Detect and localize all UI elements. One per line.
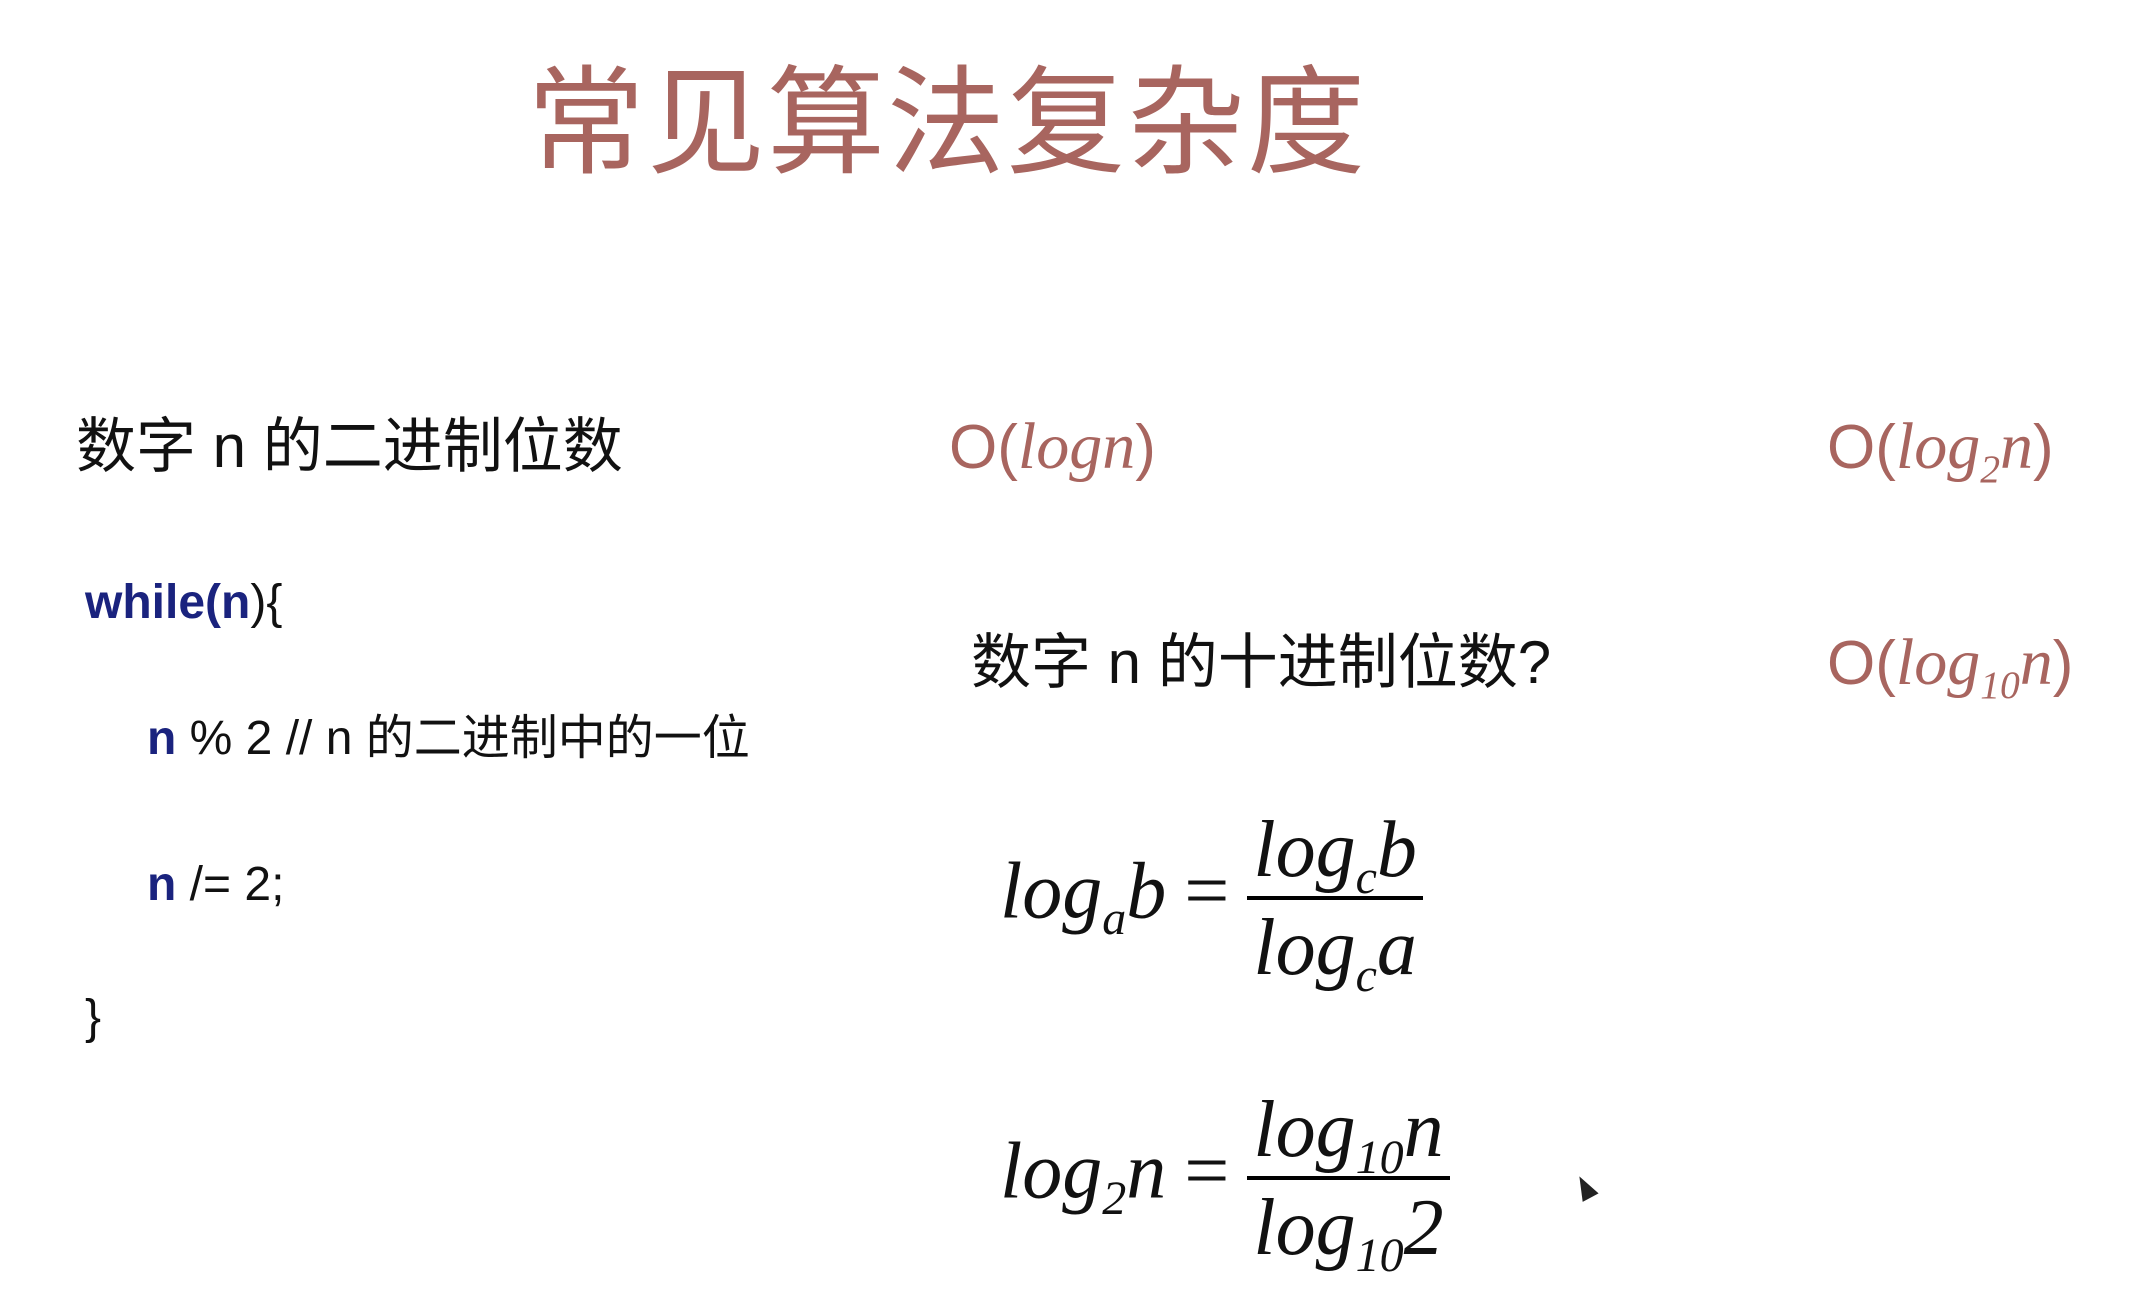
numerator: log10n — [1247, 1090, 1449, 1181]
base: 10 — [1355, 1228, 1404, 1282]
o-prefix: O( — [1827, 413, 1896, 482]
binary-digits-label: 数字 n 的二进制位数 — [76, 413, 623, 480]
arg: n — [2019, 626, 2053, 699]
base: a — [1102, 892, 1127, 946]
denominator: logca — [1247, 900, 1423, 999]
arg: b — [1126, 847, 1167, 936]
change-of-base-formula: logab = logcb logca — [1000, 810, 1423, 999]
o-suffix: ) — [2052, 629, 2074, 698]
o-suffix: ) — [2033, 413, 2054, 482]
o-prefix: O( — [949, 413, 1018, 482]
log: log — [1253, 1184, 1356, 1272]
log: log — [1253, 1086, 1356, 1174]
log: log — [1000, 1127, 1103, 1216]
code-rest: ){ — [250, 576, 283, 629]
slide-title: 常见算法复杂度 — [527, 58, 1368, 190]
fraction: logcb logca — [1247, 810, 1423, 999]
var-n: n — [221, 576, 251, 629]
log: log — [1253, 904, 1356, 992]
log: log — [1895, 410, 1981, 483]
base: c — [1355, 948, 1377, 1002]
arg: n — [1126, 1127, 1167, 1216]
arg: n — [1403, 1086, 1444, 1174]
complexity-log10n: O(log10n) — [1827, 629, 2074, 705]
base: 2 — [1980, 446, 2001, 491]
equals: = — [1184, 847, 1230, 936]
code-line-close: } — [85, 991, 102, 1044]
var-n: n — [147, 712, 177, 765]
code-line-while: while(n){ — [85, 579, 282, 627]
log: log — [1895, 626, 1981, 699]
code-line-divide: n /= 2; — [147, 861, 284, 909]
log2-conversion-formula: log2n = log10n log102 — [1000, 1090, 1450, 1279]
denominator: log102 — [1247, 1180, 1449, 1279]
log: log — [1253, 806, 1356, 894]
numerator: logcb — [1247, 810, 1423, 901]
mouse-pointer-icon — [1571, 1172, 1599, 1202]
logn: logn — [1017, 410, 1136, 483]
while-keyword: while( — [85, 576, 222, 629]
arg: b — [1376, 806, 1417, 894]
complexity-log2n: O(log2n) — [1827, 413, 2054, 489]
equals: = — [1184, 1127, 1230, 1216]
fraction: log10n log102 — [1247, 1090, 1450, 1279]
complexity-logn: O(logn) — [949, 414, 1156, 480]
code-rest: % 2 // n 的二进制中的一位 — [176, 712, 750, 765]
code-rest: /= 2; — [176, 858, 285, 911]
arg: n — [2000, 410, 2034, 483]
o-prefix: O( — [1827, 629, 1896, 698]
var-n: n — [147, 858, 177, 911]
arg: 2 — [1403, 1184, 1444, 1272]
log: log — [1000, 847, 1103, 936]
arg: a — [1376, 904, 1417, 992]
o-suffix: ) — [1135, 413, 1156, 482]
decimal-digits-label: 数字 n 的十进制位数? — [971, 629, 1552, 696]
base: 10 — [1980, 662, 2020, 707]
base: 2 — [1102, 1172, 1127, 1226]
code-line-mod: n % 2 // n 的二进制中的一位 — [147, 715, 750, 763]
